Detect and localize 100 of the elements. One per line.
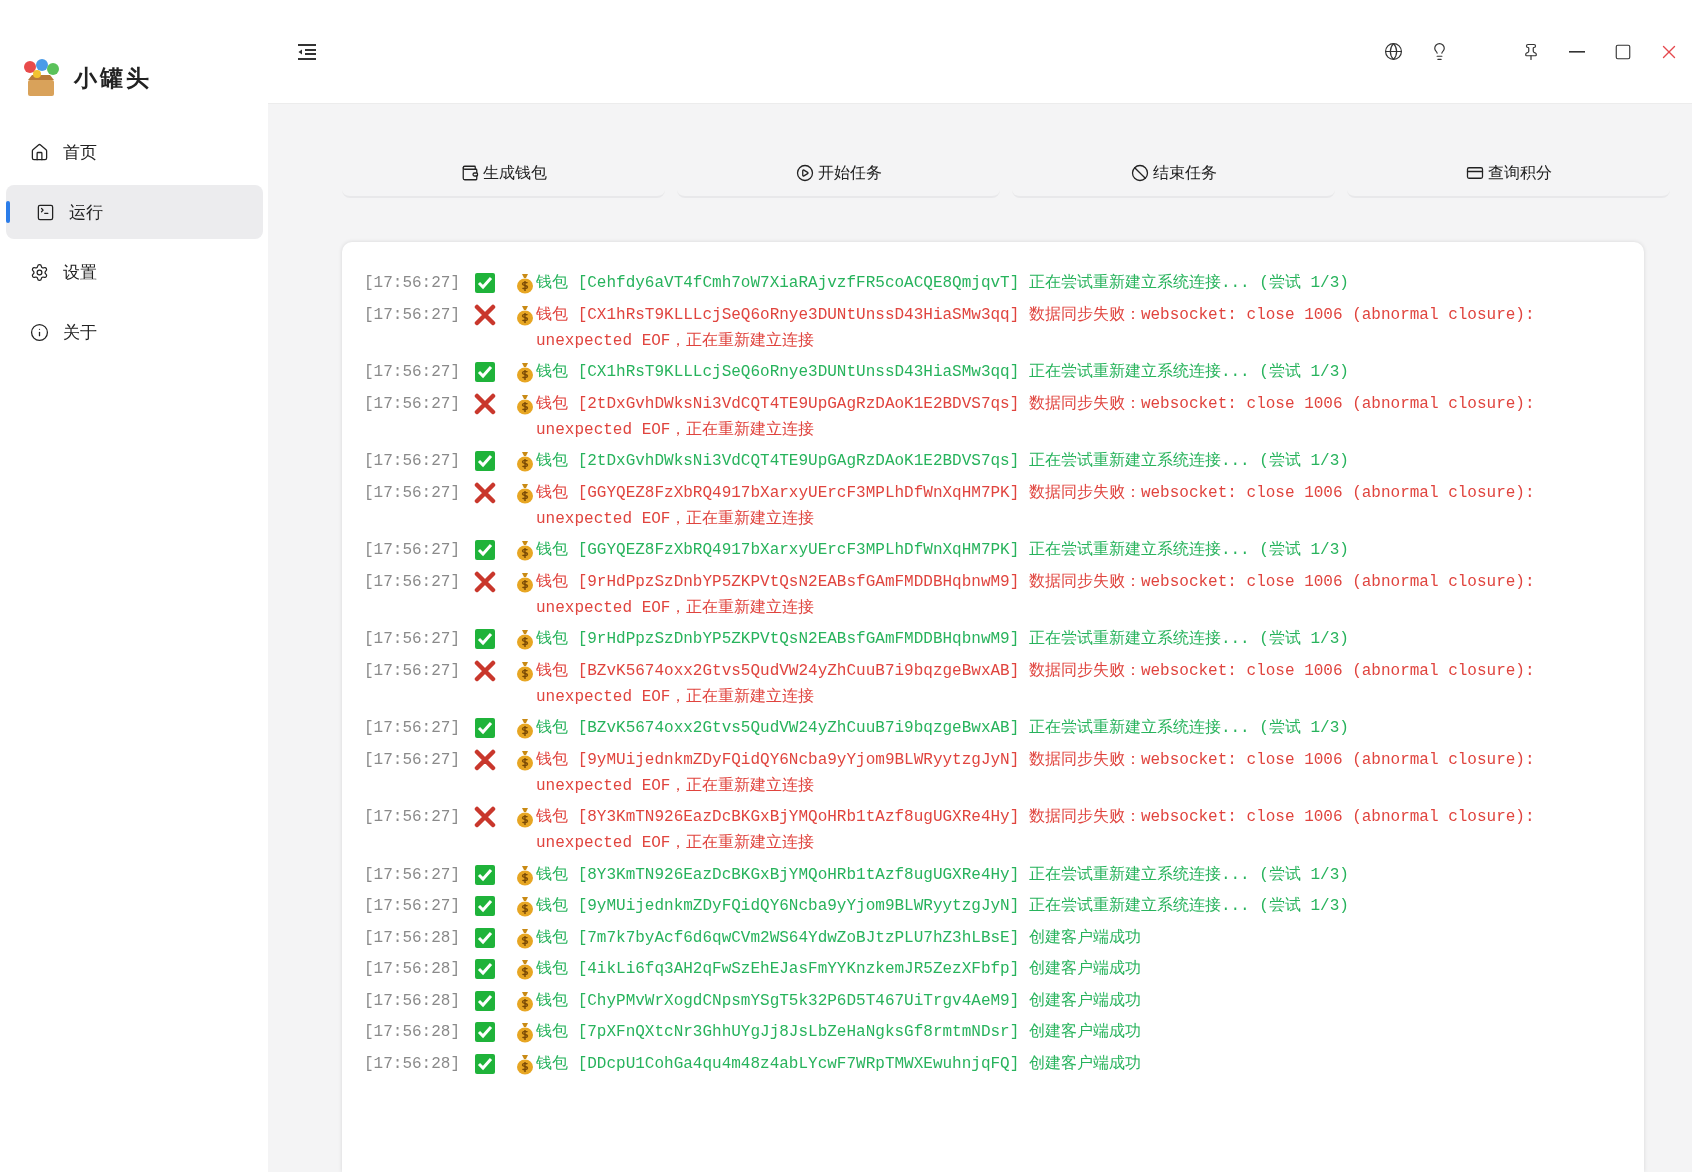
nav-item[interactable]: 设置: [6, 245, 263, 299]
log-entry: 钱包 [9yMUijednkmZDyFQidQY6Ncba9yYjom9BLWRyytzgJyN] 正在尝试重新建立系统连接... (尝试 1/3): [536, 895, 1349, 917]
log-time: [17:56:28]: [364, 959, 460, 980]
money-bag-icon: [516, 1052, 534, 1075]
home-icon: [30, 142, 49, 162]
money-bag-icon: [516, 926, 534, 949]
log-time: [17:56:27]: [364, 629, 460, 650]
money-bag-icon: [516, 895, 534, 917]
check-icon: [474, 895, 496, 917]
wallet-icon: [460, 164, 479, 182]
money-bag-icon: [516, 481, 534, 504]
check-icon: [474, 958, 496, 980]
settings-icon: [30, 262, 49, 282]
cross-icon: [474, 303, 496, 326]
log-entry: 钱包 [2tDxGvhDWksNi3VdCQT4TE9UpGAgRzDAoK1E2BDVS7qs] 正在尝试重新建立系统连接... (尝试 1/3): [536, 450, 1349, 472]
info-icon: [30, 322, 49, 342]
cross-icon: [474, 806, 496, 828]
log-entry: 钱包 [7pXFnQXtcNr3GhhUYgJj8JsLbZeHaNgksGf8rmtmNDsr] 创建客户端成功: [536, 1021, 1141, 1043]
check-icon: [474, 989, 496, 1012]
money-bag-icon: [516, 659, 534, 682]
check-icon: [474, 926, 496, 949]
log-entry: 钱包 [DDcpU1CohGa4qu4m48z4abLYcwF7WRpTMWXEwuhnjqFQ] 创建客户端成功: [536, 1053, 1141, 1075]
action-button[interactable]: 结束任务: [1012, 150, 1335, 198]
nav-item[interactable]: 关于: [6, 305, 263, 359]
maximize-icon: [1614, 42, 1632, 61]
check-icon: [474, 450, 496, 472]
money-bag-icon: [516, 989, 534, 1012]
log-entry: 钱包 [7m7k7byAcf6d6qwCVm2WS64YdwZoBJtzPLU7hZ3hLBsE] 创建客户端成功: [536, 927, 1141, 949]
log-entry: 钱包 [ChyPMvWrXogdCNpsmYSgT5k32P6D5T467UiTrgv4AeM9] 创建客户端成功: [536, 990, 1141, 1012]
cross-icon: [474, 570, 496, 593]
log-time: [17:56:28]: [364, 1022, 460, 1043]
menu-icon: [296, 42, 318, 61]
log-entry: 钱包 [8Y3KmTN926EazDcBKGxBjYMQoHRb1tAzf8ugUGXRe4Hy] 数据同步失败：websocket: close 1006 (abnormal closure): unexpected EOF，正在重新建立连接: [536, 807, 1536, 854]
log-entry: 钱包 [9yMUijednkmZDyFQidQY6Ncba9yYjom9BLWRyytzgJyN] 数据同步失败：websocket: close 1006 (abnormal closure): unexpected EOF，正在重新建立连接: [536, 749, 1536, 797]
log-time: [17:56:27]: [364, 362, 460, 383]
log-time: [17:56:27]: [364, 482, 460, 504]
check-icon: [474, 539, 496, 561]
check-icon: [474, 1021, 496, 1043]
log-entry: 钱包 [CX1hRsT9KLLLcjSeQ6oRnye3DUNtUnssD43HiaSMw3qq] 正在尝试重新建立系统连接... (尝试 1/3): [536, 361, 1349, 383]
log-time: [17:56:27]: [364, 540, 460, 561]
check-icon: [474, 628, 496, 650]
log-entry: 钱包 [BZvK5674oxx2Gtvs5QudVW24yZhCuuB7i9bqzgeBwxAB] 数据同步失败：websocket: close 1006 (abnormal closure): unexpected EOF，正在重新建立连接: [536, 660, 1536, 708]
log-time: [17:56:27]: [364, 660, 460, 682]
money-bag-icon: [516, 1021, 534, 1043]
cross-icon: [474, 659, 496, 682]
card-icon: [1465, 164, 1484, 182]
check-icon: [474, 361, 496, 383]
log-time: [17:56:28]: [364, 1053, 460, 1075]
log-entry: 钱包 [9rHdPpzSzDnbYP5ZKPVtQsN2EABsfGAmFMDDBHqbnwM9] 正在尝试重新建立系统连接... (尝试 1/3): [536, 628, 1349, 650]
money-bag-icon: [516, 392, 534, 415]
log-time: [17:56:27]: [364, 451, 460, 472]
log-entry: 钱包 [9rHdPpzSzDnbYP5ZKPVtQsN2EABsfGAmFMDDBHqbnwM9] 数据同步失败：websocket: close 1006 (abnormal closure): unexpected EOF，正在重新建立连接: [536, 571, 1536, 619]
money-bag-icon: [516, 717, 534, 739]
log-time: [17:56:27]: [364, 807, 460, 828]
log-time: [17:56:27]: [364, 393, 460, 415]
log-entry: 钱包 [GGYQEZ8FzXbRQ4917bXarxyUErcF3MPLhDfWnXqHM7PK] 数据同步失败：websocket: close 1006 (abnormal closure): unexpected EOF，正在重新建立连接: [536, 482, 1536, 530]
money-bag-icon: [516, 303, 534, 326]
check-icon: [474, 272, 496, 294]
money-bag-icon: [516, 748, 534, 771]
minimize-icon: [1569, 50, 1585, 53]
log-entry: 钱包 [Cehfdy6aVT4fCmh7oW7XiaRAjvzfFR5coACQE8QmjqvT] 正在尝试重新建立系统连接... (尝试 1/3): [536, 272, 1349, 294]
money-bag-icon: [516, 863, 534, 886]
check-icon: [474, 863, 496, 886]
nav-item[interactable]: 首页: [6, 125, 263, 179]
log-entry: 钱包 [4ikLi6fq3AH2qFwSzEhEJasFmYYKnzkemJR5ZezXFbfp] 创建客户端成功: [536, 958, 1141, 980]
log-entry: 钱包 [BZvK5674oxx2Gtvs5QudVW24yZhCuuB7i9bqzgeBwxAB] 正在尝试重新建立系统连接... (尝试 1/3): [536, 717, 1349, 739]
log-time: [17:56:28]: [364, 990, 460, 1012]
action-button[interactable]: 开始任务: [677, 150, 1000, 198]
log-entry: 钱包 [CX1hRsT9KLLLcjSeQ6oRnye3DUNtUnssD43HiaSMw3qq] 数据同步失败：websocket: close 1006 (abnormal closure): unexpected EOF，正在重新建立连接: [536, 304, 1536, 352]
log-entry: 钱包 [GGYQEZ8FzXbRQ4917bXarxyUErcF3MPLhDfWnXqHM7PK] 正在尝试重新建立系统连接... (尝试 1/3): [536, 539, 1349, 561]
money-bag-icon: [516, 450, 534, 472]
action-button[interactable]: 生成钱包: [342, 150, 665, 198]
money-bag-icon: [516, 628, 534, 650]
cross-icon: [474, 481, 496, 504]
money-bag-icon: [516, 539, 534, 561]
money-bag-icon: [516, 958, 534, 980]
money-bag-icon: [516, 806, 534, 828]
cross-icon: [474, 392, 496, 415]
log-time: [17:56:27]: [364, 273, 460, 294]
log-time: [17:56:27]: [364, 749, 460, 771]
log-time: [17:56:27]: [364, 718, 460, 739]
money-bag-icon: [516, 570, 534, 593]
nav-item[interactable]: 运行: [6, 185, 263, 239]
active-indicator: [6, 201, 10, 223]
terminal-icon: [36, 202, 55, 222]
log-time: [17:56:27]: [364, 304, 460, 326]
money-bag-icon: [516, 272, 534, 294]
log-time: [17:56:27]: [364, 571, 460, 593]
log-entry: 钱包 [8Y3KmTN926EazDcBKGxBjYMQoHRb1tAzf8ugUGXRe4Hy] 正在尝试重新建立系统连接... (尝试 1/3): [536, 864, 1349, 886]
play-icon: [795, 164, 814, 182]
log-time: [17:56:28]: [364, 927, 460, 949]
cross-icon: [474, 748, 496, 771]
pin-icon: [1522, 42, 1540, 61]
check-icon: [474, 1052, 496, 1075]
log-entry: 钱包 [2tDxGvhDWksNi3VdCQT4TE9UpGAgRzDAoK1E2BDVS7qs] 数据同步失败：websocket: close 1006 (abnormal closure): unexpected EOF，正在重新建立连接: [536, 393, 1536, 441]
app-title: 小罐头: [74, 63, 152, 93]
ban-icon: [1130, 164, 1149, 182]
log-time: [17:56:27]: [364, 864, 460, 886]
action-button[interactable]: 查询积分: [1347, 150, 1670, 198]
check-icon: [474, 717, 496, 739]
